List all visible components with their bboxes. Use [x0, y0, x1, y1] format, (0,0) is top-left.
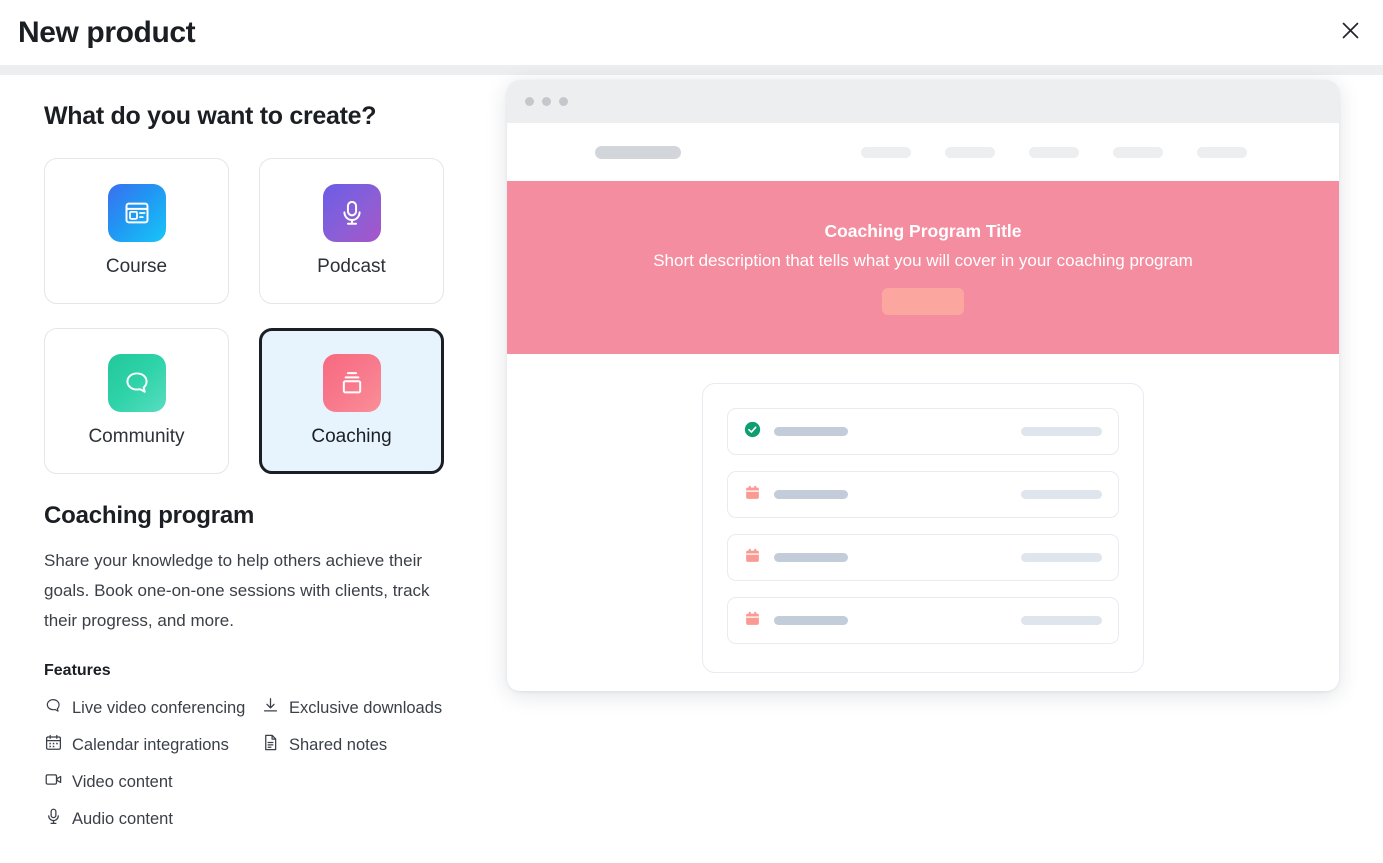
preview-hero: Coaching Program Title Short description… [507, 181, 1339, 354]
feature-item: Live video conferencing [44, 696, 261, 720]
product-type-panel: What do you want to create? Course Podca… [0, 75, 505, 863]
document-icon [261, 733, 280, 757]
session-meta-placeholder [1021, 553, 1102, 562]
feature-label: Live video conferencing [72, 698, 246, 717]
nav-link-placeholder [1113, 146, 1163, 158]
download-icon [261, 696, 280, 720]
browser-mockup: Coaching Program Title Short description… [507, 80, 1339, 691]
feature-label: Shared notes [289, 735, 388, 754]
nav-link-placeholder [1029, 146, 1079, 158]
feature-item: Video content [44, 770, 261, 794]
nav-link-placeholder [1197, 146, 1247, 158]
session-meta-placeholder [1021, 427, 1102, 436]
product-type-card-course[interactable]: Course [44, 158, 229, 304]
features-grid-spacer [261, 770, 505, 794]
session-row[interactable] [727, 408, 1119, 455]
session-meta-placeholder [1021, 616, 1102, 625]
header-divider [0, 65, 1383, 75]
check-circle-icon [744, 421, 761, 443]
video-camera-icon [44, 770, 63, 794]
session-title-placeholder [774, 427, 848, 436]
close-icon [1342, 22, 1359, 42]
modal-header: New product [0, 0, 1383, 65]
product-type-card-podcast[interactable]: Podcast [259, 158, 444, 304]
session-title-placeholder [774, 553, 848, 562]
session-row[interactable] [727, 471, 1119, 518]
nav-link-placeholder [945, 146, 995, 158]
feature-label: Exclusive downloads [289, 698, 443, 717]
page-title: New product [18, 15, 196, 49]
session-row[interactable] [727, 534, 1119, 581]
browser-chrome-bar [507, 80, 1339, 123]
microphone-icon [44, 807, 63, 831]
hero-description: Short description that tells what you wi… [653, 250, 1193, 270]
podcast-mic-icon [322, 184, 381, 242]
chat-bubble-icon [44, 696, 63, 720]
traffic-light-dot [559, 97, 568, 106]
section-question: What do you want to create? [44, 102, 377, 130]
feature-item: Shared notes [261, 733, 505, 757]
site-logo-placeholder [595, 145, 681, 159]
coaching-board-icon [322, 354, 381, 412]
traffic-light-dot [542, 97, 551, 106]
feature-label: Calendar integrations [72, 735, 229, 754]
hero-cta-button-placeholder[interactable] [882, 287, 964, 315]
calendar-icon [744, 484, 761, 506]
features-list: Live video conferencing Exclusive downlo… [44, 696, 505, 831]
calendar-icon [744, 610, 761, 632]
preview-panel: Coaching Program Title Short description… [505, 75, 1383, 863]
site-nav-links [861, 146, 1315, 158]
program-title: Coaching program [44, 502, 255, 529]
traffic-light-dot [525, 97, 534, 106]
preview-content-area [507, 354, 1339, 691]
features-heading: Features [44, 662, 111, 679]
product-type-label: Course [105, 256, 168, 277]
session-title-placeholder [774, 490, 848, 499]
product-type-card-community[interactable]: Community [44, 328, 229, 474]
feature-item: Audio content [44, 807, 261, 831]
session-list-card [702, 383, 1144, 673]
modal-body: What do you want to create? Course Podca… [0, 75, 1383, 863]
feature-label: Video content [72, 772, 173, 791]
session-title-placeholder [774, 616, 848, 625]
feature-item: Calendar integrations [44, 733, 261, 757]
session-meta-placeholder [1021, 490, 1102, 499]
product-type-card-coaching[interactable]: Coaching [259, 328, 444, 474]
product-type-label: Community [88, 426, 185, 447]
feature-item: Exclusive downloads [261, 696, 505, 720]
product-type-label: Coaching [311, 426, 392, 447]
product-type-grid: Course Podcast Community Coaching [44, 158, 505, 474]
calendar-icon [744, 547, 761, 569]
calendar-icon [44, 733, 63, 757]
feature-label: Audio content [72, 809, 173, 828]
course-window-icon [107, 184, 166, 242]
nav-link-placeholder [861, 146, 911, 158]
community-chat-icon [107, 354, 166, 412]
preview-site-nav [507, 123, 1339, 181]
session-row[interactable] [727, 597, 1119, 644]
close-button[interactable] [1327, 9, 1373, 55]
product-type-label: Podcast [317, 256, 386, 277]
hero-title: Coaching Program Title [824, 220, 1022, 241]
program-description: Share your knowledge to help others achi… [44, 551, 430, 630]
